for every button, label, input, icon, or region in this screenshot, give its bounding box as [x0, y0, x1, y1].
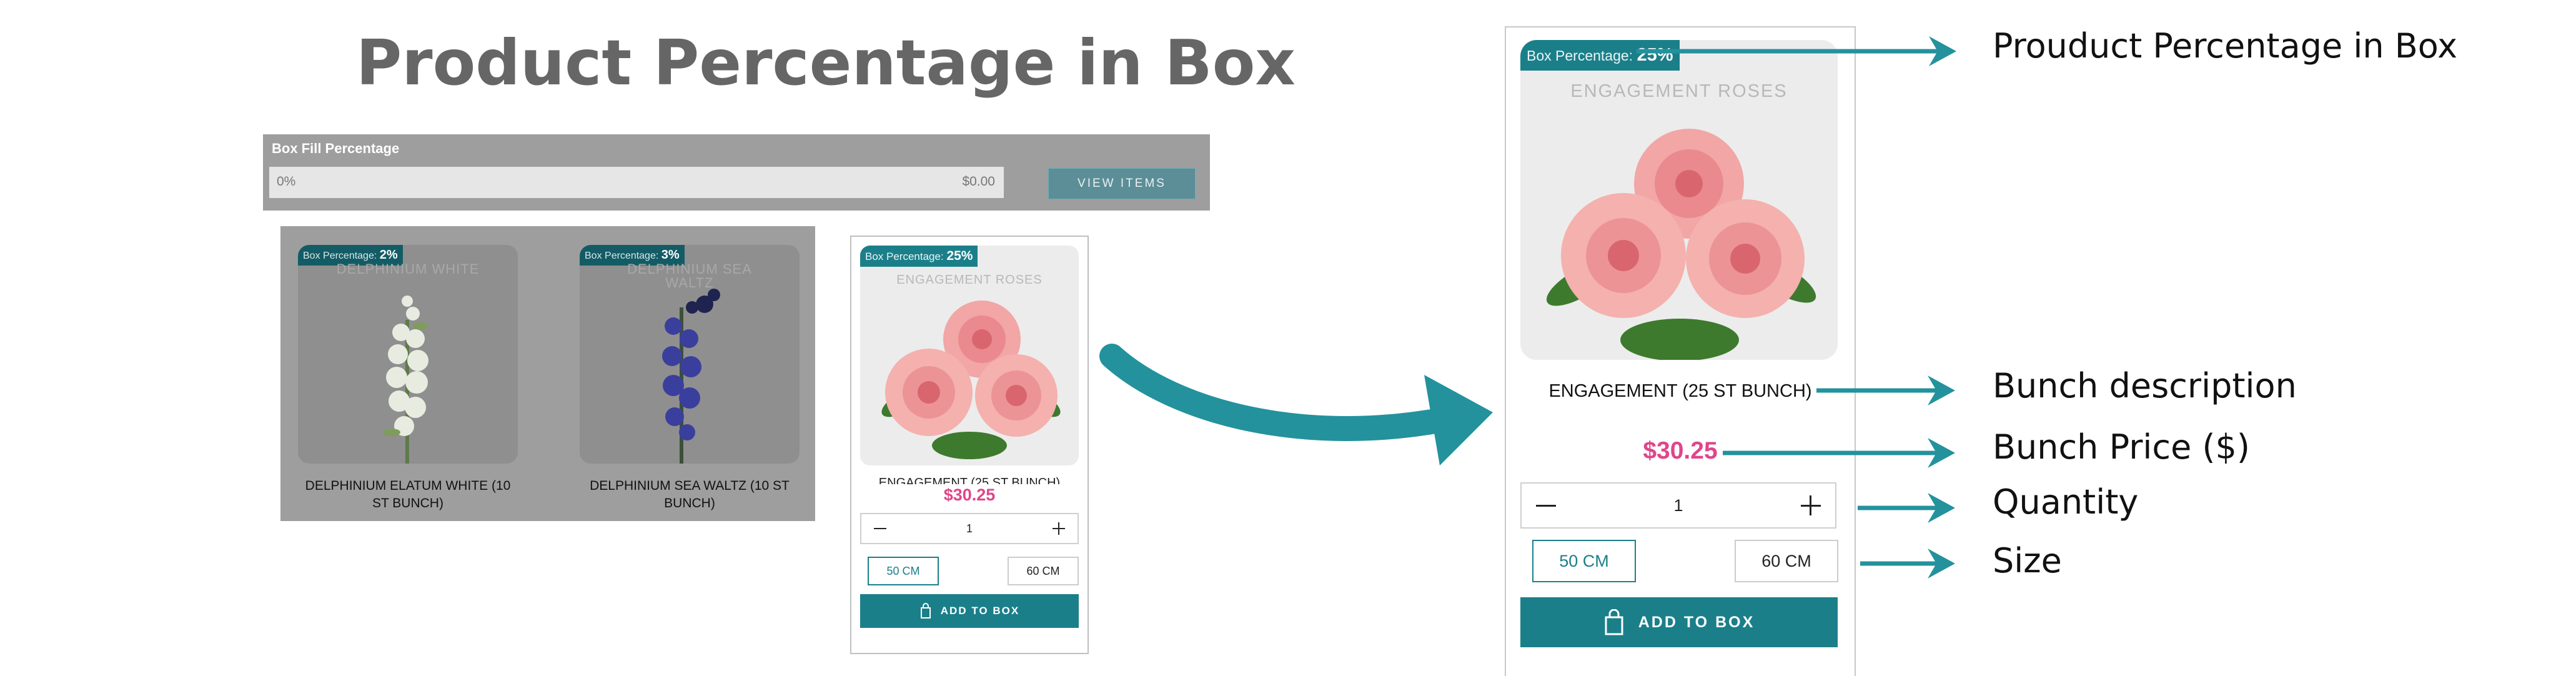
product-card-delphinium-white[interactable]: Box Percentage: 2% DELPHINIUM WHITE DELP… — [298, 245, 518, 512]
box-fill-amount: $0.00 — [962, 174, 995, 189]
product-price: $30.25 — [943, 485, 996, 504]
white-delphinium-illustration — [383, 296, 429, 464]
page-title: Product Percentage in Box — [356, 26, 1295, 99]
shopping-bag-icon — [1605, 609, 1623, 635]
product-card-engagement-large: Box Percentage: 25% ENGAGEMENT ROSES ENG… — [1505, 26, 1856, 676]
plus-icon[interactable] — [1795, 484, 1826, 527]
arrow-right-icon — [1860, 549, 1955, 579]
product-card-delphinium-sea-waltz[interactable]: Box Percentage: 3% DELPHINIUM SEA WALTZ … — [580, 245, 800, 512]
rose-bouquet-illustration — [881, 301, 1061, 459]
product-name: DELPHINIUM ELATUM WHITE (10 ST BUNCH) — [305, 479, 511, 510]
add-to-box-label: ADD TO BOX — [940, 605, 1020, 617]
product-name: ENGAGEMENT (25 ST BUNCH) — [878, 476, 1061, 484]
plus-icon[interactable] — [1046, 514, 1071, 543]
add-to-box-button[interactable]: ADD TO BOX — [860, 594, 1079, 628]
blue-delphinium-illustration — [662, 289, 720, 464]
add-to-box-button[interactable]: ADD TO BOX — [1520, 597, 1838, 647]
box-fill-percent: 0% — [277, 174, 296, 189]
box-fill-panel: Box Fill Percentage 0% $0.00 VIEW ITEMS — [263, 134, 1210, 211]
arrow-right-icon — [1637, 36, 1956, 66]
product-grid-overlay: Box Percentage: 2% DELPHINIUM WHITE DELP… — [280, 226, 815, 521]
annotation-description: Bunch description — [1993, 366, 2297, 405]
rose-bouquet-illustration — [1546, 129, 1816, 360]
box-fill-label: Box Fill Percentage — [272, 141, 400, 156]
annotation-size: Size — [1993, 541, 2062, 580]
quantity-value: 1 — [966, 522, 973, 535]
curved-arrow-icon — [1099, 344, 1493, 465]
product-name: ENGAGEMENT (25 ST BUNCH) — [1548, 381, 1812, 401]
product-image[interactable]: Box Percentage: 25% ENGAGEMENT ROSES — [860, 246, 1079, 465]
annotation-percentage: Prouduct Percentage in Box — [1993, 26, 2458, 66]
product-card-engagement-small: Box Percentage: 25% ENGAGEMENT ROSES ENG… — [850, 236, 1089, 654]
product-name: DELPHINIUM SEA WALTZ (10 ST BUNCH) — [590, 479, 790, 510]
size-option-60cm[interactable]: 60 CM — [1735, 540, 1838, 582]
quantity-stepper: 1 — [860, 513, 1079, 544]
minus-icon[interactable] — [868, 514, 893, 543]
product-image[interactable]: Box Percentage: 25% ENGAGEMENT ROSES — [1520, 40, 1838, 360]
quantity-value: 1 — [1673, 495, 1683, 515]
product-image: Box Percentage: 3% DELPHINIUM SEA WALTZ — [580, 245, 800, 464]
size-option-50cm[interactable]: 50 CM — [1532, 540, 1636, 582]
add-to-box-label: ADD TO BOX — [1638, 613, 1755, 631]
shopping-bag-icon — [920, 603, 931, 619]
arrow-right-icon — [1723, 438, 1955, 468]
annotation-quantity: Quantity — [1993, 482, 2139, 522]
arrow-right-icon — [1858, 493, 1955, 523]
product-image: Box Percentage: 2% DELPHINIUM WHITE — [298, 245, 518, 464]
quantity-stepper: 1 — [1520, 482, 1836, 529]
box-fill-progress: 0% $0.00 — [269, 167, 1004, 198]
arrow-right-icon — [1816, 375, 1955, 405]
annotation-price: Bunch Price ($) — [1993, 427, 2250, 467]
size-option-60cm[interactable]: 60 CM — [1008, 557, 1079, 585]
size-option-50cm[interactable]: 50 CM — [868, 557, 939, 585]
view-items-button[interactable]: VIEW ITEMS — [1048, 167, 1196, 200]
minus-icon[interactable] — [1530, 484, 1562, 527]
